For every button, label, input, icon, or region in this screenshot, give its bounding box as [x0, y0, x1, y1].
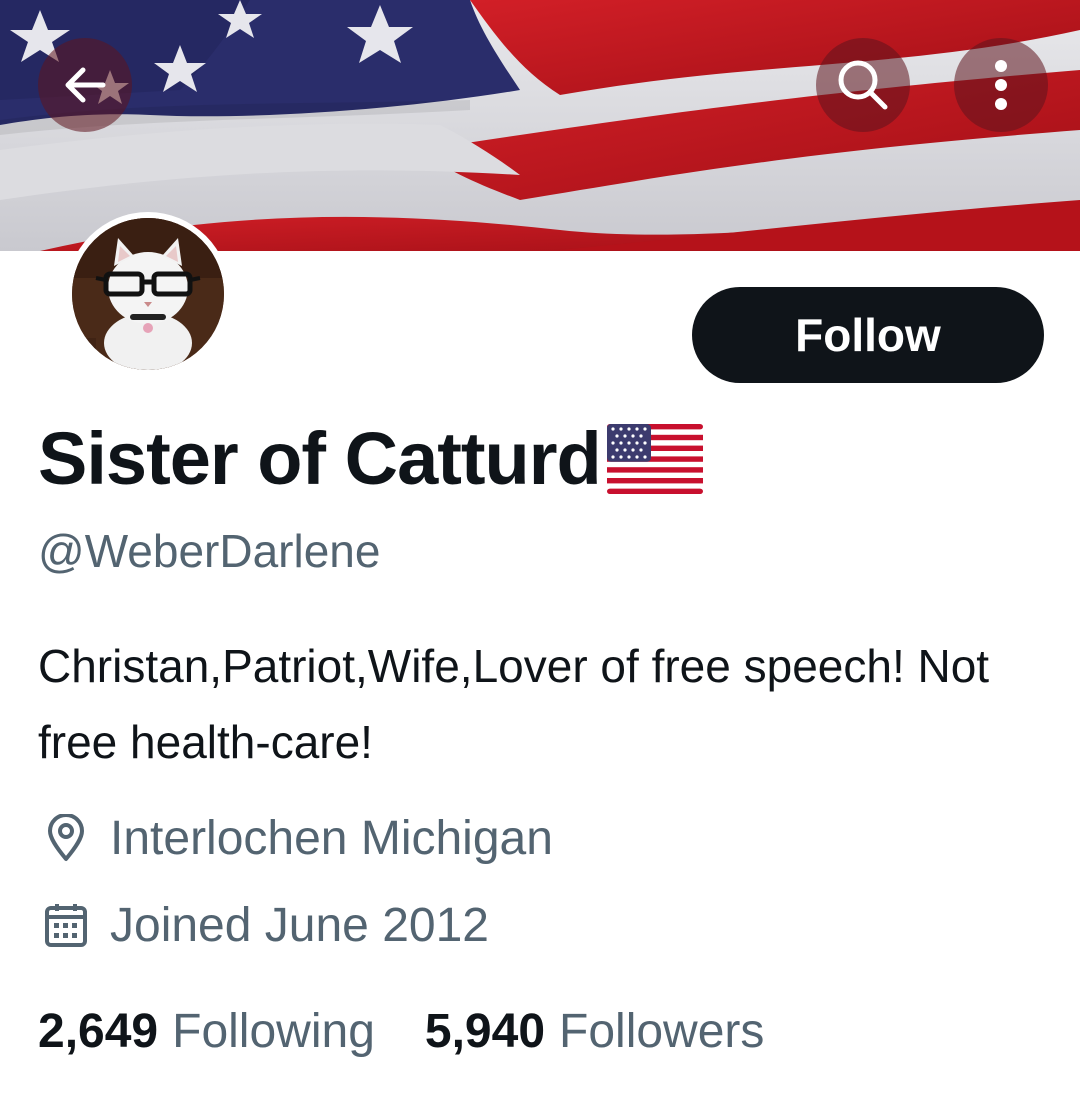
profile-page: Follow Sister of Catturd @WeberDarlene C… — [0, 0, 1080, 1117]
search-icon — [838, 60, 888, 110]
followers-link[interactable]: 5,940 Followers — [425, 1004, 765, 1059]
followers-count: 5,940 — [424, 1005, 546, 1058]
profile-location: Interlochen Michigan — [38, 810, 553, 866]
back-button[interactable] — [38, 38, 132, 132]
following-label: Following — [172, 1005, 375, 1058]
more-vertical-icon — [995, 60, 1007, 110]
calendar-icon — [38, 897, 94, 953]
avatar-image — [72, 218, 224, 370]
us-flag-emoji-icon — [606, 423, 703, 494]
profile-bio: Christan,Patriot,Wife,Lover of free spee… — [38, 640, 990, 768]
profile-name-row: Sister of Catturd — [38, 416, 703, 501]
profile-joined-text: Joined June 2012 — [110, 898, 489, 952]
following-link[interactable]: 2,649 Following — [38, 1004, 375, 1059]
profile-location-text: Interlochen Michigan — [110, 811, 553, 865]
profile-joined: Joined June 2012 — [38, 897, 489, 953]
search-button[interactable] — [816, 38, 910, 132]
more-options-button[interactable] — [954, 38, 1048, 132]
profile-display-name: Sister of Catturd — [38, 417, 602, 500]
followers-label: Followers — [559, 1005, 765, 1058]
arrow-left-icon — [65, 67, 106, 103]
avatar[interactable] — [66, 212, 230, 376]
profile-stats: 2,649 Following 5,940 Followers — [38, 1004, 764, 1059]
follow-button[interactable]: Follow — [692, 287, 1044, 383]
profile-handle: @WeberDarlene — [38, 525, 381, 577]
following-count: 2,649 — [38, 1005, 159, 1058]
location-pin-icon — [38, 810, 94, 866]
